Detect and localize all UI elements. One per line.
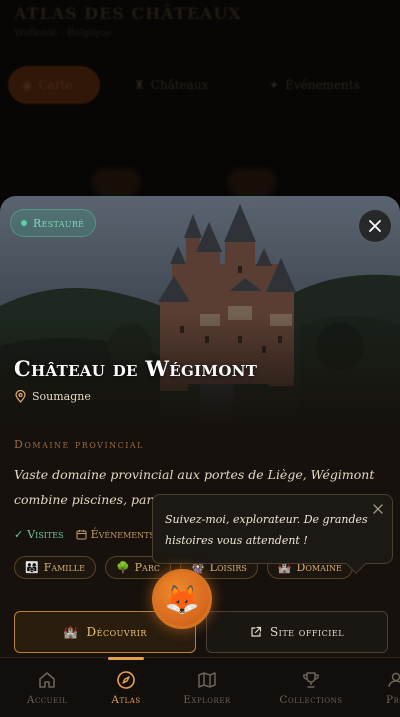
nav-label: Explorer — [183, 694, 231, 706]
nav-label: Accueil — [26, 694, 68, 706]
nav-atlas[interactable]: Atlas — [100, 657, 152, 717]
nav-explorer[interactable]: Explorer — [172, 658, 242, 717]
compass-icon — [117, 671, 135, 689]
map-pin-icon — [15, 390, 26, 403]
calendar-icon — [76, 530, 87, 540]
family-icon: 👨‍👩‍👧 — [25, 561, 39, 574]
discover-label: Découvrir — [86, 625, 147, 639]
map-icon — [198, 672, 216, 688]
castle-title: Château de Wégimont — [14, 356, 258, 381]
nav-active-indicator — [108, 657, 144, 660]
user-icon — [388, 672, 400, 688]
trophy-icon — [303, 672, 319, 688]
castle-meta: ✓ Visites Événements — [14, 528, 155, 541]
nav-profil[interactable]: Profil — [376, 658, 400, 717]
nav-collections[interactable]: Collections — [266, 658, 356, 717]
tag-famille[interactable]: 👨‍👩‍👧 Famille — [14, 556, 96, 579]
fox-assistant-button[interactable]: 🦊 — [152, 569, 212, 629]
status-label: Restauré — [33, 216, 85, 230]
fox-icon: 🦊 — [164, 582, 200, 616]
nav-label: Profil — [386, 694, 400, 706]
meta-events-label: Événements — [90, 528, 155, 541]
meta-visites: ✓ Visites — [14, 528, 64, 541]
nav-accueil[interactable]: Accueil — [16, 658, 78, 717]
meta-events: Événements — [76, 528, 155, 541]
nav-label: Atlas — [111, 694, 141, 706]
castle-icon: 🏰 — [63, 625, 79, 639]
assistant-message: Suivez-moi, explorateur. De grandes hist… — [165, 513, 368, 547]
close-icon — [369, 220, 381, 232]
tree-icon: 🌳 — [115, 561, 130, 574]
status-dot-icon — [21, 220, 27, 226]
bottom-nav: Accueil Atlas Explorer Collections Profi… — [0, 657, 400, 717]
castle-category: Domaine provincial — [14, 438, 144, 451]
home-icon — [39, 672, 55, 688]
meta-visites-label: Visites — [27, 528, 64, 541]
official-site-label: Site officiel — [269, 625, 345, 639]
tag-label: Famille — [43, 561, 85, 574]
nav-label: Collections — [279, 694, 343, 706]
official-site-button[interactable]: Site officiel — [206, 611, 388, 653]
status-badge: Restauré — [10, 209, 97, 237]
assistant-tooltip: Suivez-moi, explorateur. De grandes hist… — [152, 494, 393, 574]
location-label: Soumagne — [32, 390, 91, 403]
tooltip-close-icon[interactable] — [372, 503, 384, 515]
close-button[interactable] — [358, 209, 392, 243]
external-link-icon — [251, 626, 262, 637]
castle-location: Soumagne — [15, 390, 91, 403]
check-icon: ✓ — [14, 528, 24, 541]
